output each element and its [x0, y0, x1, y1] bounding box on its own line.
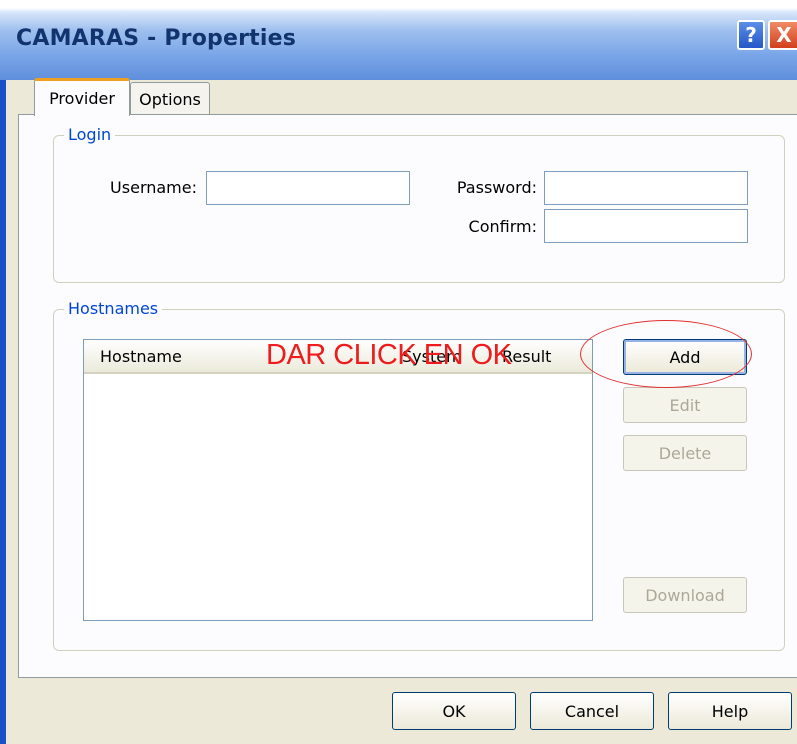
column-hostname[interactable]: Hostname — [100, 347, 182, 366]
help-icon[interactable]: ? — [737, 20, 765, 50]
close-icon[interactable]: X — [768, 20, 797, 50]
title-bar[interactable]: CAMARAS - Properties ? X — [0, 0, 797, 80]
annotation-text: DAR CLICK EN OK — [266, 339, 512, 371]
hostnames-legend: Hostnames — [64, 299, 163, 318]
username-field[interactable] — [206, 171, 410, 205]
annotation-circle — [580, 320, 752, 388]
provider-panel: Login Username: Password: Confirm: Hostn… — [18, 114, 797, 678]
help-button[interactable]: Help — [668, 692, 792, 730]
username-label: Username: — [110, 178, 197, 197]
confirm-label: Confirm: — [468, 217, 537, 236]
cancel-button[interactable]: Cancel — [530, 692, 654, 730]
tab-options[interactable]: Options — [130, 82, 210, 116]
download-button[interactable]: Download — [623, 577, 747, 613]
password-label: Password: — [456, 178, 537, 197]
edit-button[interactable]: Edit — [623, 387, 747, 423]
login-legend: Login — [64, 125, 116, 144]
delete-button[interactable]: Delete — [623, 435, 747, 471]
password-field[interactable] — [544, 171, 748, 205]
ok-button[interactable]: OK — [392, 692, 516, 730]
confirm-field[interactable] — [544, 209, 748, 243]
window-title: CAMARAS - Properties — [16, 26, 297, 51]
hostname-list[interactable]: Hostname System Result — [83, 339, 593, 621]
tab-provider[interactable]: Provider — [34, 78, 130, 116]
